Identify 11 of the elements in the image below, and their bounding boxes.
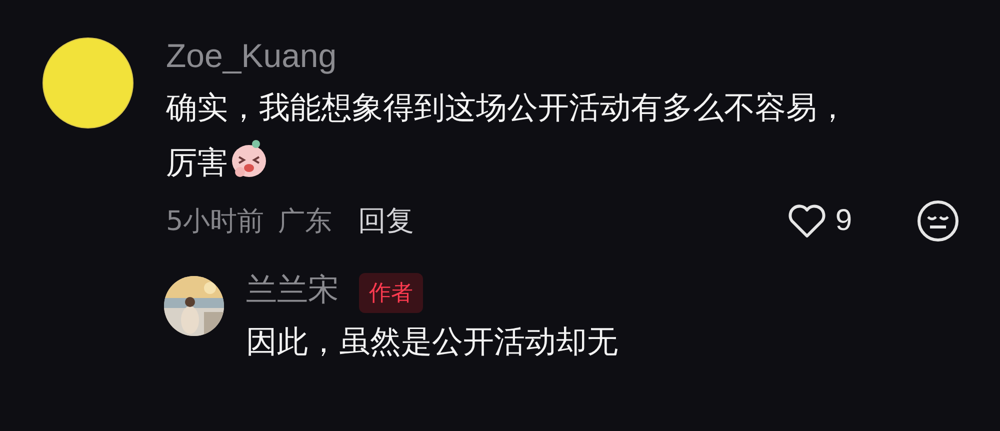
like-button[interactable]: 9 (787, 202, 852, 240)
timestamp: 5小时前 (166, 205, 264, 239)
dislike-icon[interactable] (916, 199, 960, 243)
reply-button[interactable]: 回复 (358, 202, 414, 240)
avatar[interactable] (42, 37, 134, 129)
author-badge: 作者 (359, 273, 423, 313)
comment-text: 因此，虽然是公开活动却无 (246, 323, 619, 362)
comment-text: 确实，我能想象得到这场公开活动有多么不容易，厉害 (166, 89, 849, 183)
location: 广东 (278, 205, 332, 239)
username[interactable]: 兰兰宋 (246, 265, 339, 315)
username[interactable]: Zoe_Kuang (166, 31, 960, 81)
